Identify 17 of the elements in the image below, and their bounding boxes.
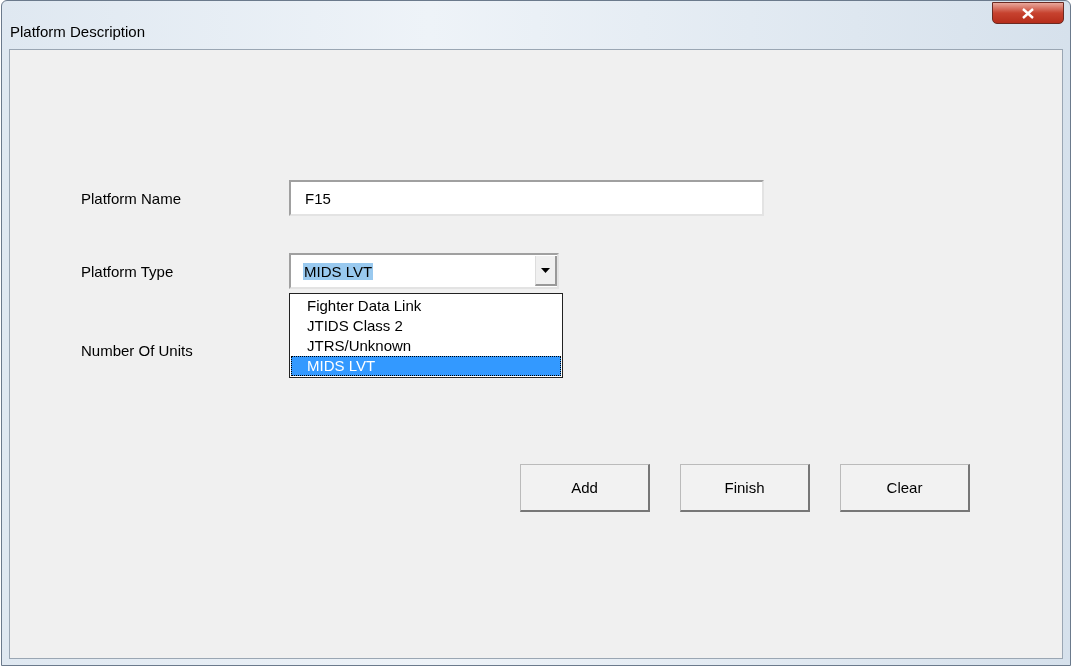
close-button[interactable] (992, 2, 1064, 24)
window-title: Platform Description (10, 23, 146, 40)
platform-type-dropdown[interactable]: MIDS LVT (289, 253, 559, 289)
dropdown-option[interactable]: JTIDS Class 2 (291, 316, 561, 336)
dropdown-arrow-button[interactable] (535, 256, 557, 286)
close-icon (1022, 7, 1034, 19)
dialog-button[interactable]: Clear (840, 464, 970, 512)
dropdown-option[interactable]: JTRS/Unknown (291, 336, 561, 356)
dropdown-value: MIDS LVT (303, 262, 374, 280)
field-label: Number Of Units (81, 342, 194, 359)
caret-icon (541, 267, 550, 273)
dialog-button[interactable]: Add (520, 464, 650, 512)
platform-name-field[interactable]: F15 (289, 180, 764, 216)
dialog-button[interactable]: Finish (680, 464, 810, 512)
field-label: Platform Name (81, 189, 183, 207)
field-label: Platform Type (81, 262, 175, 280)
dropdown-option[interactable]: Fighter Data Link (291, 296, 561, 316)
